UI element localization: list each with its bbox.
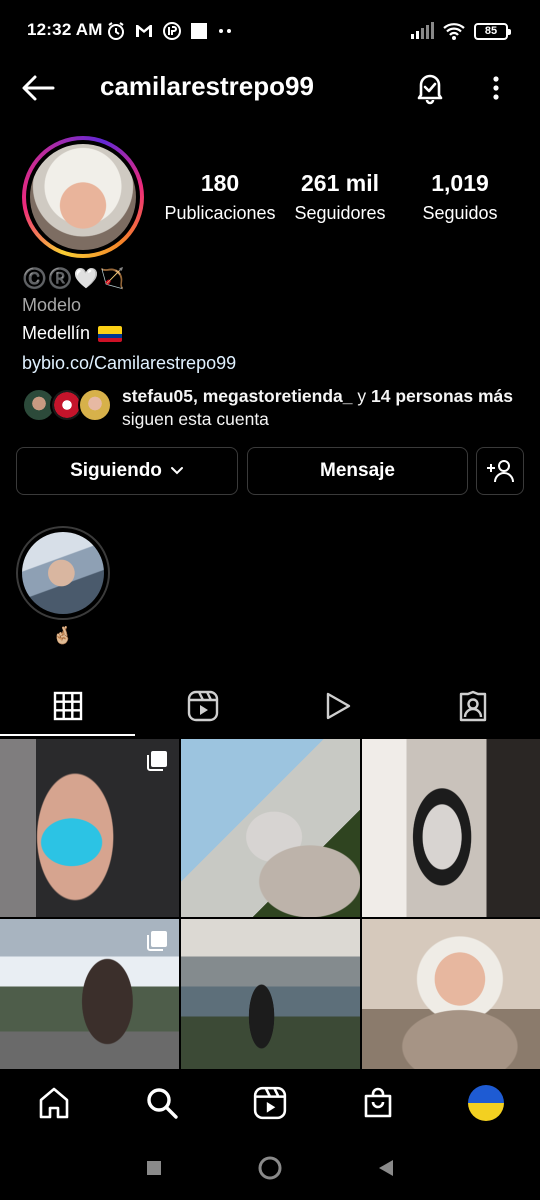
colombia-flag-icon [98, 325, 123, 342]
recents-button[interactable] [145, 1159, 163, 1177]
carousel-icon [147, 931, 167, 951]
profile-username: camilarestrepo99 [100, 71, 314, 101]
highlight-cover [22, 532, 104, 614]
stat-posts-label: Publicaciones [164, 203, 276, 223]
square-icon [147, 1161, 161, 1175]
notification-bell-icon[interactable] [412, 69, 448, 105]
reels-icon [253, 1086, 287, 1120]
nav-shop[interactable] [324, 1070, 432, 1136]
tab-videos[interactable] [270, 676, 405, 736]
stat-followers-label: Seguidores [294, 203, 386, 223]
followed-by-avatars [22, 388, 118, 422]
search-icon [147, 1088, 178, 1119]
followed-by-names: stefau05, megastoretienda_ [122, 386, 353, 406]
profile-header: camilarestrepo99 [0, 62, 540, 114]
profile-avatar[interactable] [22, 136, 144, 258]
stat-posts-value: 180 [200, 170, 240, 196]
profile-stats: 180 Publicaciones 261 mil Seguidores 1,0… [160, 170, 530, 224]
grid-icon [53, 691, 82, 721]
profile-bio: ©️®️🤍🏹 Modelo Medellín bybio.co/Camilare… [22, 266, 522, 374]
post-thumbnail[interactable] [362, 919, 540, 1069]
tab-tagged[interactable] [405, 676, 540, 736]
followed-by-count: 14 personas más [371, 386, 514, 406]
following-button-label: Siguiendo [70, 460, 162, 481]
profile-tabs [0, 676, 540, 736]
circle-app-icon [163, 22, 181, 40]
stat-following-value: 1,019 [431, 170, 489, 196]
avatar-image [30, 144, 136, 250]
back-arrow-icon[interactable] [20, 72, 56, 104]
carousel-icon [147, 751, 167, 771]
bottom-navigation [0, 1070, 540, 1136]
post-thumbnail[interactable] [362, 739, 540, 917]
circle-icon [258, 1156, 282, 1180]
tab-reels[interactable] [135, 676, 270, 736]
add-user-icon [487, 460, 514, 483]
post-thumbnail[interactable] [181, 739, 360, 917]
bio-location-text: Medellín [22, 323, 91, 343]
bio-category: Modelo [22, 295, 82, 315]
tab-posts-grid[interactable] [0, 676, 135, 736]
followed-by-text: stefau05, megastoretienda_ y 14 personas… [122, 385, 522, 431]
bio-location: Medellín [22, 323, 522, 344]
highlight-label: 🤞🏼 [52, 626, 74, 645]
stat-followers-value: 261 mil [301, 170, 379, 196]
bio-link[interactable]: bybio.co/Camilarestrepo99 [22, 353, 522, 374]
signal-icon [411, 22, 434, 39]
gmail-icon [136, 25, 152, 37]
stat-following-label: Seguidos [422, 203, 498, 223]
back-triangle-icon [379, 1160, 393, 1176]
more-dots-icon [219, 29, 231, 33]
followed-by-connector: y [352, 386, 371, 406]
suggested-users-button[interactable] [476, 447, 524, 495]
post-thumbnail[interactable] [181, 919, 360, 1069]
avatar [78, 388, 112, 422]
message-button-label: Mensaje [320, 460, 395, 481]
system-navigation [0, 1136, 540, 1200]
posts-grid [0, 739, 540, 1069]
chevron-down-icon [170, 467, 183, 475]
message-button[interactable]: Mensaje [247, 447, 468, 495]
stat-posts[interactable]: 180 Publicaciones [160, 170, 280, 224]
nav-reels[interactable] [216, 1070, 324, 1136]
nav-search[interactable] [108, 1070, 216, 1136]
story-highlight[interactable]: 🤞🏼 [16, 526, 110, 646]
bio-emoji-line: ©️®️🤍🏹 [22, 268, 126, 290]
nav-home[interactable] [0, 1070, 108, 1136]
shopping-bag-icon [364, 1087, 392, 1118]
wifi-icon [443, 23, 465, 40]
play-icon [326, 692, 350, 720]
reels-icon [187, 690, 218, 722]
stat-followers[interactable]: 261 mil Seguidores [280, 170, 400, 224]
profile-actions: Siguiendo Mensaje [16, 447, 524, 495]
square-icon [191, 23, 207, 39]
stat-following[interactable]: 1,019 Seguidos [400, 170, 520, 224]
followed-by-rest: siguen esta cuenta [122, 409, 269, 429]
home-system-button[interactable] [257, 1155, 283, 1181]
status-time: 12:32 AM [27, 20, 103, 39]
tagged-user-icon [459, 690, 486, 722]
status-bar: 12:32 AM 85 [0, 0, 540, 62]
nav-profile[interactable] [432, 1070, 540, 1136]
back-system-button[interactable] [377, 1158, 395, 1178]
followed-by[interactable]: stefau05, megastoretienda_ y 14 personas… [22, 385, 522, 435]
post-thumbnail[interactable] [0, 919, 179, 1069]
alarm-icon [108, 22, 124, 40]
battery-icon: 85 [474, 22, 511, 40]
avatar [468, 1085, 504, 1121]
post-thumbnail[interactable] [0, 739, 179, 917]
following-button[interactable]: Siguiendo [16, 447, 238, 495]
home-icon [39, 1087, 69, 1119]
more-vertical-icon[interactable] [484, 72, 508, 104]
